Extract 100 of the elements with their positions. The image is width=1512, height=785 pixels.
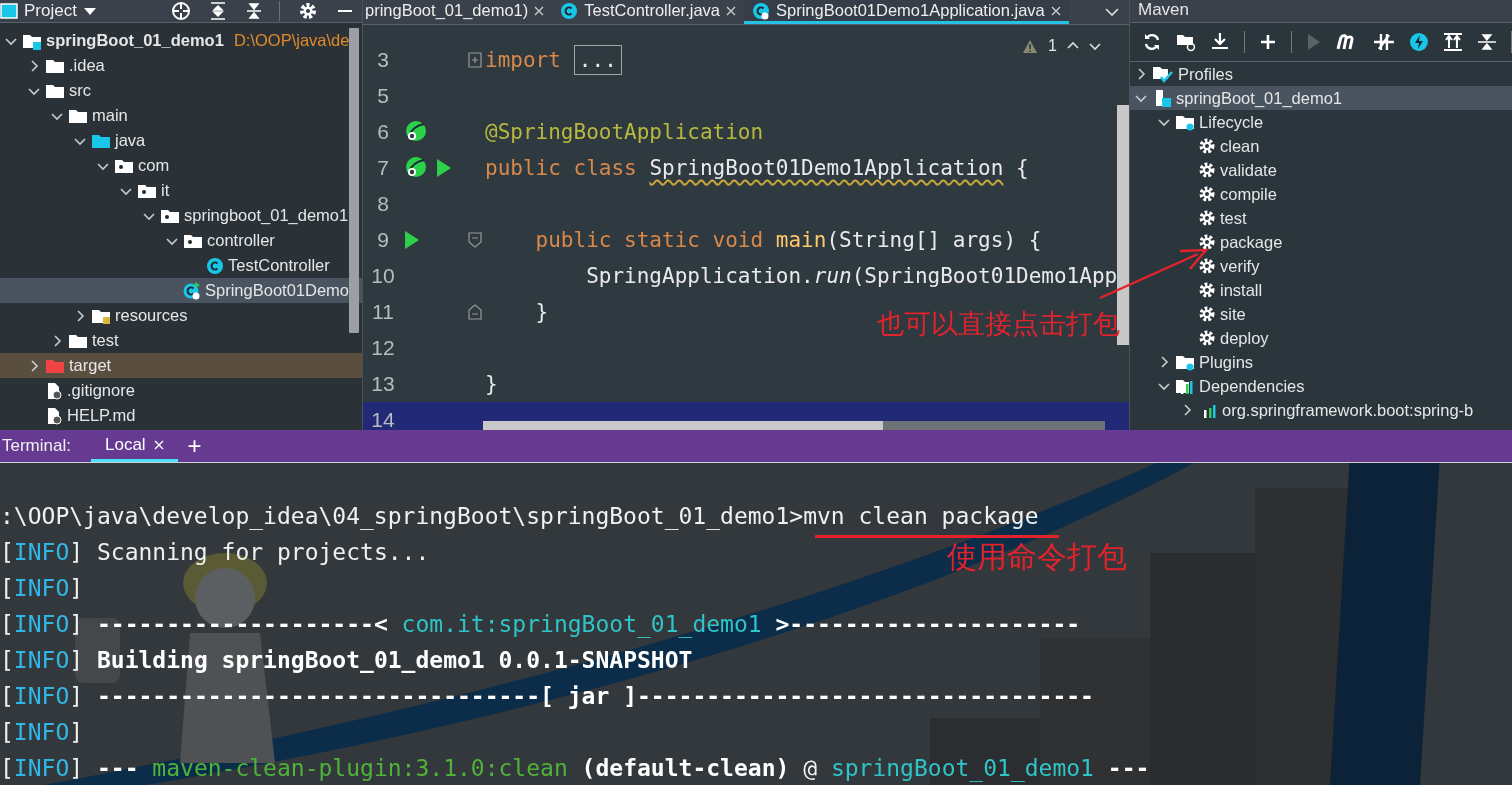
tree-item[interactable]: org.springframework.boot:spring-b bbox=[1130, 398, 1512, 422]
editor-tab[interactable]: TestController.java bbox=[552, 0, 745, 24]
dropdown-icon[interactable] bbox=[82, 6, 97, 16]
warning-count[interactable]: 1 bbox=[1048, 37, 1057, 55]
tree-item[interactable]: test bbox=[0, 328, 362, 353]
chevron-icon[interactable] bbox=[28, 59, 40, 72]
chevron-icon[interactable] bbox=[1135, 68, 1147, 80]
tree-item[interactable]: .idea bbox=[0, 53, 362, 78]
gear-icon bbox=[1198, 305, 1216, 323]
tree-label: org.springframework.boot:spring-b bbox=[1222, 400, 1474, 420]
tree-label: src bbox=[69, 81, 91, 100]
collapse-all-icon[interactable] bbox=[1477, 32, 1498, 52]
tree-label: Lifecycle bbox=[1199, 112, 1264, 132]
tree-item[interactable]: target bbox=[0, 353, 362, 378]
panel-title[interactable]: Project bbox=[24, 1, 77, 21]
run-icon[interactable] bbox=[403, 230, 421, 250]
chevron-icon[interactable] bbox=[1181, 404, 1193, 416]
gear-icon bbox=[1198, 257, 1216, 275]
tree-item[interactable]: deploy bbox=[1130, 326, 1512, 350]
tree-item[interactable]: com bbox=[0, 153, 362, 178]
run-icon[interactable] bbox=[435, 158, 453, 178]
tree-item[interactable]: Lifecycle bbox=[1130, 110, 1512, 134]
tree-item[interactable]: install bbox=[1130, 278, 1512, 302]
target-icon[interactable] bbox=[171, 1, 191, 21]
plus-icon[interactable] bbox=[1258, 33, 1277, 51]
folder-icon bbox=[1175, 113, 1195, 131]
tree-item[interactable]: package bbox=[1130, 230, 1512, 254]
tree-label: HELP.md bbox=[67, 406, 136, 425]
tree-item[interactable]: HELP.md bbox=[0, 403, 362, 428]
tree-label: controller bbox=[207, 231, 275, 250]
scrollbar[interactable] bbox=[349, 28, 359, 333]
collapse-all-icon[interactable] bbox=[245, 1, 263, 21]
chevron-icon[interactable] bbox=[1158, 380, 1170, 392]
tree-item[interactable]: site bbox=[1130, 302, 1512, 326]
terminal-line: [INFO] --------------------< com.it:springBoot_01_demo1 >--------------------- bbox=[0, 610, 1081, 640]
tree-item[interactable]: test bbox=[1130, 206, 1512, 230]
fold-icon[interactable] bbox=[468, 232, 482, 248]
tree-item[interactable]: Dependencies bbox=[1130, 374, 1512, 398]
tree-label: com bbox=[138, 156, 170, 175]
line-number: 9 bbox=[376, 228, 390, 252]
tree-item[interactable]: java bbox=[0, 128, 362, 153]
tree-item[interactable]: compile bbox=[1130, 182, 1512, 206]
settings-icon[interactable] bbox=[298, 1, 318, 21]
fold-icon[interactable] bbox=[468, 304, 482, 320]
expand-fold-icon[interactable] bbox=[468, 52, 482, 68]
chevron-down-icon[interactable] bbox=[1105, 7, 1119, 17]
tree-item[interactable]: controller bbox=[0, 228, 362, 253]
tree-item[interactable]: resources bbox=[0, 303, 362, 328]
editor-tab[interactable]: SpringBoot01Demo1Application.java bbox=[744, 0, 1069, 24]
file-icon bbox=[45, 406, 63, 425]
tree-item[interactable]: springboot_01_demo1 bbox=[0, 203, 362, 228]
tree-label: install bbox=[1220, 280, 1263, 300]
tree-label: compile bbox=[1220, 184, 1277, 204]
line-number: 6 bbox=[376, 120, 390, 144]
close-icon[interactable] bbox=[534, 5, 545, 16]
class-icon bbox=[206, 256, 224, 275]
tree-item[interactable]: Profiles bbox=[1130, 62, 1512, 86]
tree-item[interactable]: clean bbox=[1130, 134, 1512, 158]
tree-item[interactable]: springBoot_01_demo1 D:\OOP\java\de bbox=[0, 28, 362, 53]
refresh-icon[interactable] bbox=[1142, 32, 1162, 52]
new-tab-button[interactable]: + bbox=[177, 430, 212, 462]
chevron-down-icon[interactable] bbox=[1089, 41, 1101, 51]
chevron-up-icon[interactable] bbox=[1067, 41, 1079, 51]
gear-icon bbox=[1198, 209, 1216, 227]
close-icon[interactable] bbox=[1050, 5, 1061, 16]
line-number: 11 bbox=[371, 300, 395, 324]
tree-item[interactable]: SpringBoot01Demo bbox=[0, 278, 362, 303]
tree-label: site bbox=[1220, 304, 1246, 324]
tree-label: verify bbox=[1220, 256, 1260, 276]
dependency-icon bbox=[1175, 377, 1195, 395]
close-icon[interactable] bbox=[726, 5, 737, 16]
skip-tests-icon[interactable] bbox=[1373, 32, 1396, 52]
chevron-icon[interactable] bbox=[1135, 92, 1147, 104]
gear-icon bbox=[1198, 329, 1216, 347]
tree-item[interactable]: .gitignore bbox=[0, 378, 362, 403]
chevron-icon[interactable] bbox=[74, 309, 86, 322]
download-icon[interactable] bbox=[1209, 32, 1230, 52]
expand-all-icon[interactable] bbox=[1443, 32, 1464, 52]
chevron-icon[interactable] bbox=[51, 334, 63, 347]
editor-tab[interactable]: pringBoot_01_demo1) bbox=[363, 0, 553, 24]
chevron-icon[interactable] bbox=[1158, 116, 1170, 128]
chevron-icon[interactable] bbox=[1158, 356, 1170, 368]
tree-item[interactable]: TestController bbox=[0, 253, 362, 278]
tree-item[interactable]: springBoot_01_demo1 bbox=[1130, 86, 1512, 110]
tree-label: test bbox=[92, 331, 119, 350]
tree-item[interactable]: verify bbox=[1130, 254, 1512, 278]
tree-item[interactable]: it bbox=[0, 178, 362, 203]
gear-icon bbox=[1198, 185, 1216, 203]
expand-all-icon[interactable] bbox=[209, 1, 227, 21]
tree-item[interactable]: Plugins bbox=[1130, 350, 1512, 374]
tree-item[interactable]: validate bbox=[1130, 158, 1512, 182]
chevron-icon[interactable] bbox=[28, 359, 40, 372]
tree-item[interactable]: src bbox=[0, 78, 362, 103]
lightning-icon[interactable] bbox=[1409, 32, 1430, 52]
tree-label: SpringBoot01Demo bbox=[205, 281, 349, 300]
path-label: D:\OOP\java\de bbox=[233, 31, 350, 50]
terminal-line: :\OOP\java\develop_idea\04_springBoot\springBoot_01_demo1>mvn clean package bbox=[0, 502, 1039, 532]
tree-label: .gitignore bbox=[67, 381, 135, 400]
tree-item[interactable]: main bbox=[0, 103, 362, 128]
folder-refresh-icon[interactable] bbox=[1175, 32, 1196, 52]
